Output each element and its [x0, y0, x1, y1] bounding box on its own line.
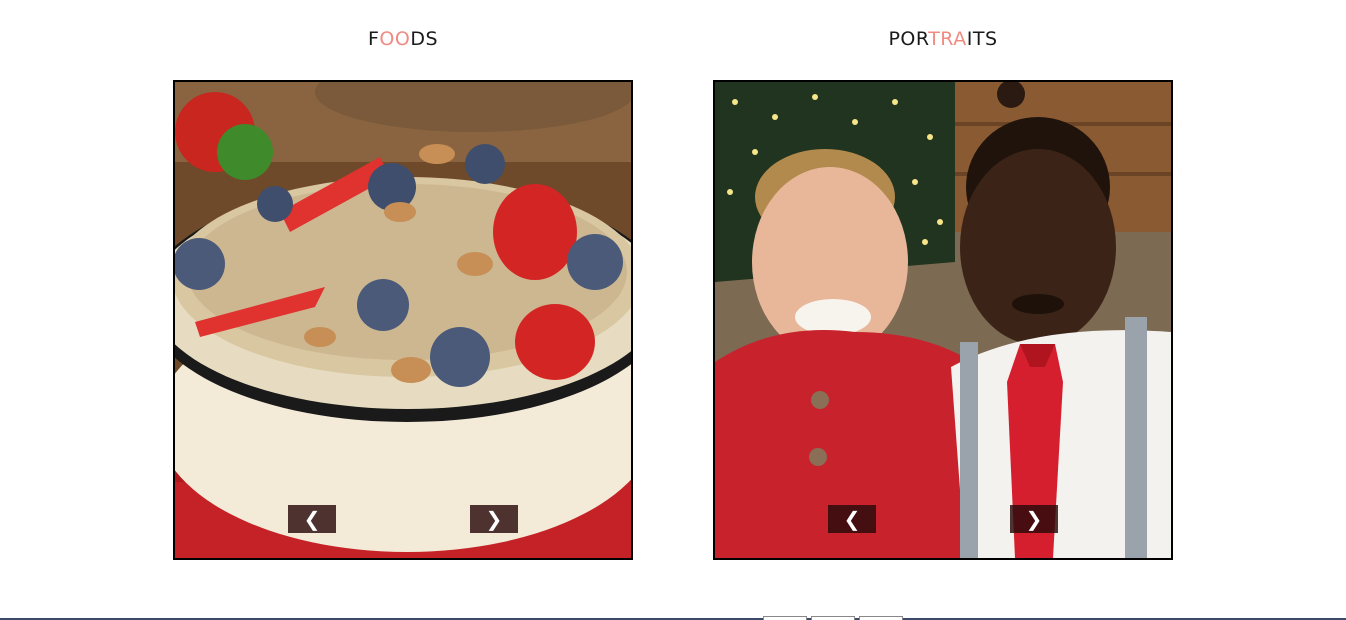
portraits-next-button[interactable]: ❯ — [1010, 505, 1058, 533]
portraits-slide-image — [715, 82, 1171, 558]
footer-tab[interactable] — [763, 616, 807, 620]
foods-slide-frame: ❮ ❯ — [173, 80, 633, 560]
foods-heading: FOODS — [173, 28, 633, 50]
foods-heading-accent: OO — [379, 28, 411, 50]
foods-heading-end: DS — [410, 28, 439, 50]
portraits-gallery: PORTRAITS ❮ ❯ — [713, 0, 1173, 600]
footer-tab[interactable] — [859, 616, 903, 620]
foods-next-button[interactable]: ❯ — [470, 505, 518, 533]
portraits-heading-accent: TRA — [928, 28, 967, 50]
portraits-heading: PORTRAITS — [713, 28, 1173, 50]
foods-prev-button[interactable]: ❮ — [288, 505, 336, 533]
foods-slide-image — [175, 82, 631, 558]
portraits-prev-button[interactable]: ❮ — [828, 505, 876, 533]
foods-heading-start: F — [367, 28, 380, 50]
footer-tab[interactable] — [811, 616, 855, 620]
foods-gallery: FOODS ❮ ❯ — [173, 0, 633, 600]
portraits-heading-start: POR — [888, 28, 929, 50]
portraits-slide-frame: ❮ ❯ — [713, 80, 1173, 560]
footer-tabs — [763, 616, 903, 620]
portraits-heading-end: ITS — [966, 28, 998, 50]
